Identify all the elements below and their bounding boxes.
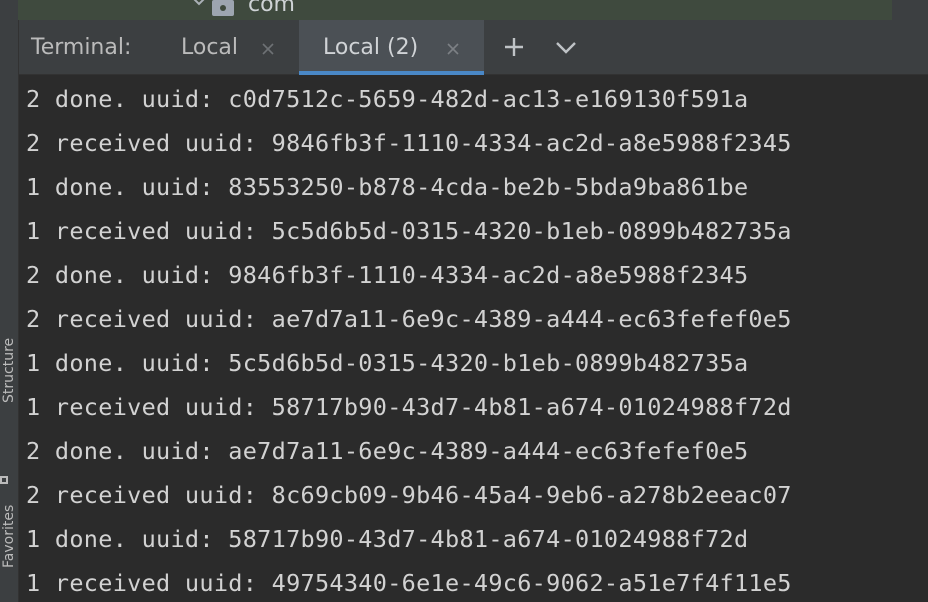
tab-label: Local [181,35,239,60]
project-tree-row[interactable]: com [18,0,892,20]
favorites-tool-button[interactable]: Favorites [1,505,17,568]
tab-local-2[interactable]: Local (2) [299,20,484,75]
package-icon [212,0,234,16]
terminal-line: 1 received uuid: 5c5d6b5d-0315-4320-b1eb… [26,217,792,245]
chevron-down-icon [556,42,576,54]
package-label: com [248,0,295,17]
terminal-line: 1 received uuid: 58717b90-43d7-4b81-a674… [26,393,792,421]
tab-label: Local (2) [323,35,419,60]
terminal-line: 1 done. uuid: 83553250-b878-4cda-be2b-5b… [26,173,749,201]
terminal-line: 2 received uuid: 8c69cb09-9b46-45a4-9eb6… [26,481,792,509]
terminal-header: Terminal: Local Local (2) [19,20,928,75]
terminal-title: Terminal: [31,35,132,60]
close-icon[interactable] [261,41,275,55]
left-tool-stripe: Structure Favorites [0,0,19,602]
terminal-line: 2 received uuid: 9846fb3f-1110-4334-ac2d… [26,129,792,157]
tab-local[interactable]: Local [169,20,289,74]
terminal-line: 2 done. uuid: ae7d7a11-6e9c-4389-a444-ec… [26,437,749,465]
sessions-dropdown-button[interactable] [555,36,577,58]
terminal-line: 2 received uuid: ae7d7a11-6e9c-4389-a444… [26,305,792,333]
terminal-line: 1 received uuid: 49754340-6e1e-49c6-9062… [26,569,792,597]
close-icon[interactable] [446,41,460,55]
structure-icon [0,476,8,484]
active-tab-indicator [299,71,484,75]
structure-tool-button[interactable]: Structure [1,338,17,403]
plus-icon [505,38,523,56]
terminal-line: 1 done. uuid: 58717b90-43d7-4b81-a674-01… [26,525,749,553]
ide-window: Structure Favorites com Terminal: Local … [0,0,928,602]
terminal-line: 2 done. uuid: 9846fb3f-1110-4334-ac2d-a8… [26,261,749,289]
terminal-line: 2 done. uuid: c0d7512c-5659-482d-ac13-e1… [26,85,749,113]
tree-scroll-gutter [892,0,928,20]
terminal-line: 1 done. uuid: 5c5d6b5d-0315-4320-b1eb-08… [26,349,749,377]
new-session-button[interactable] [503,36,525,58]
chevron-down-icon[interactable] [192,0,206,8]
terminal-output[interactable]: 2 done. uuid: c0d7512c-5659-482d-ac13-e1… [19,76,928,602]
